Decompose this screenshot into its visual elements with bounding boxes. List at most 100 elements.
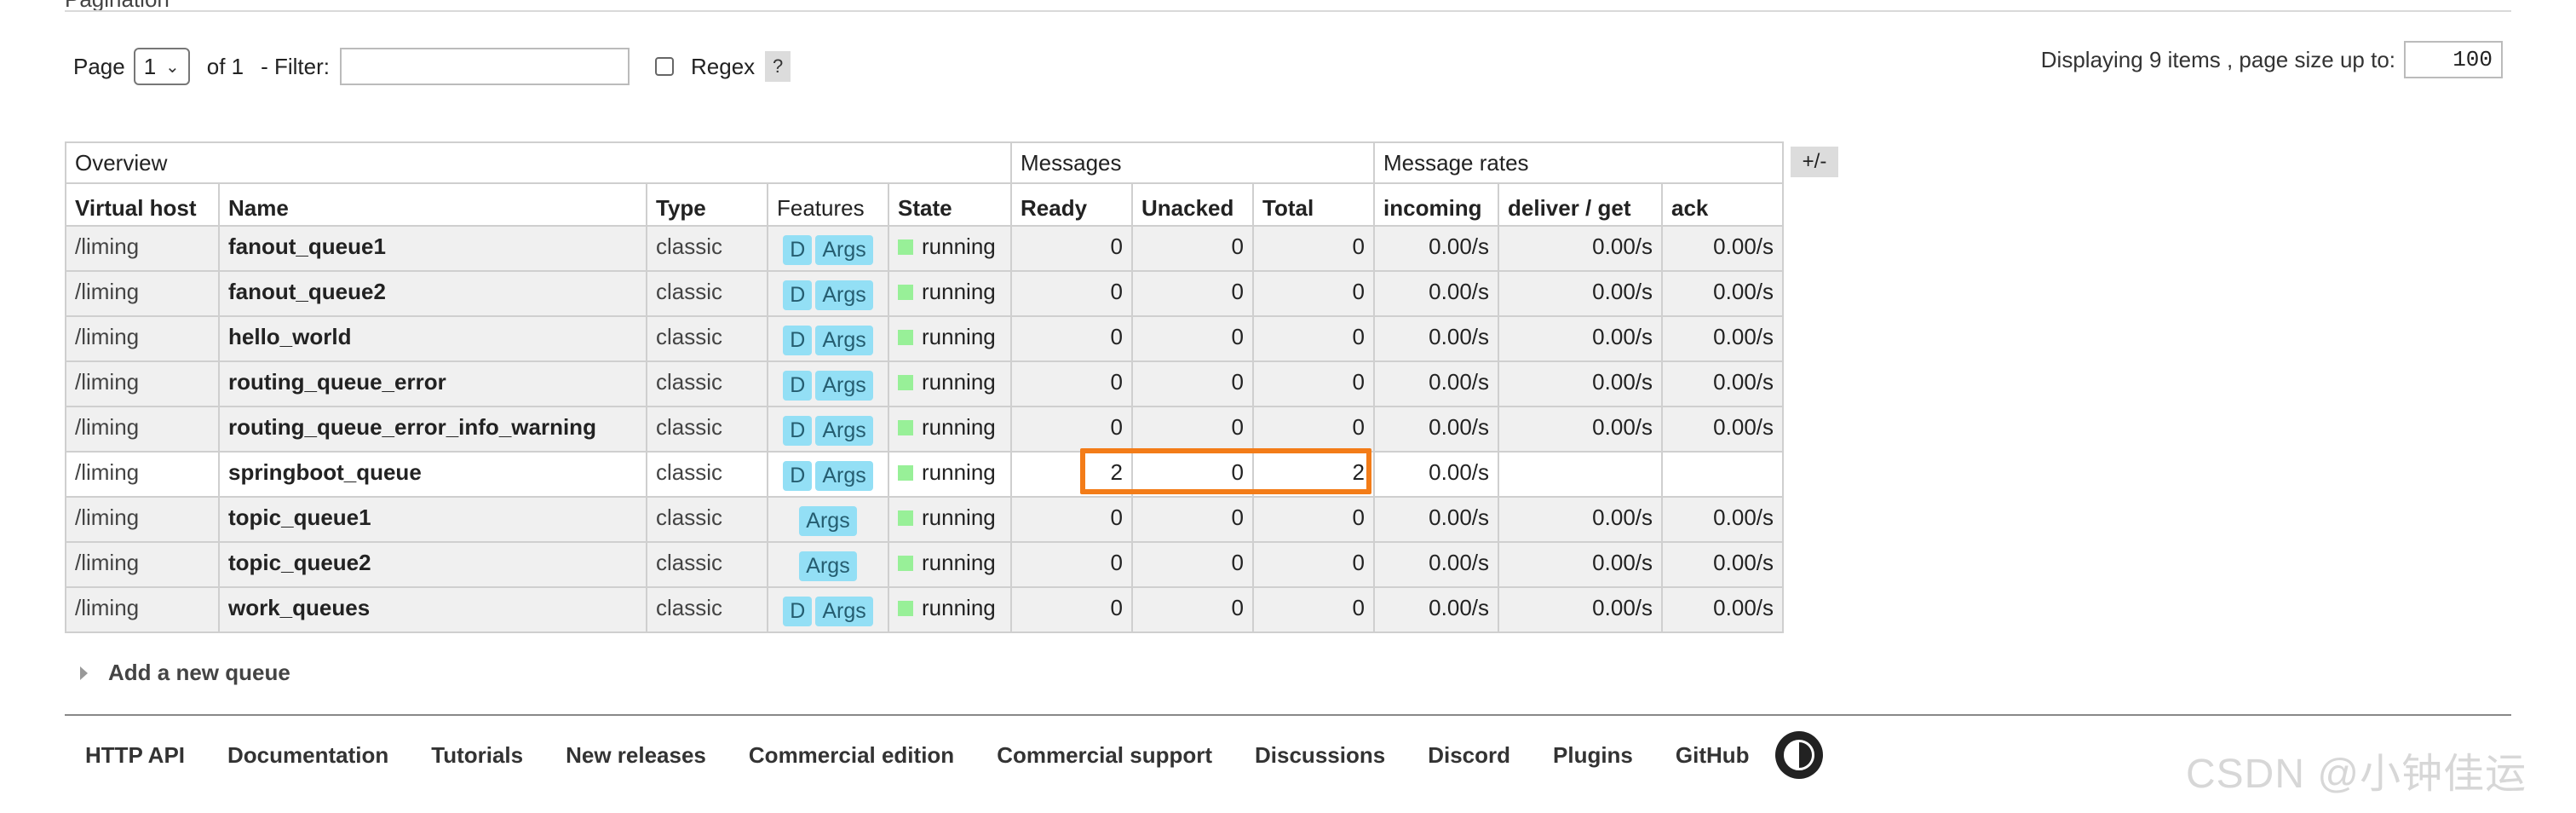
cell-state: running <box>888 270 1012 317</box>
table-row[interactable]: /liming routing_queue_error classic D Args ru… <box>65 360 1784 407</box>
cell-ack: 0.00/s <box>1661 541 1784 588</box>
table-row[interactable]: /liming work_queues classic D Args running 0 0 0… <box>65 586 1784 633</box>
watermark: CSDN @小钟佳运 <box>2186 752 2527 797</box>
col-unacked[interactable]: Unacked <box>1131 182 1254 227</box>
running-status-icon <box>898 285 913 300</box>
cell-type: classic <box>646 451 768 498</box>
col-ready[interactable]: Ready <box>1010 182 1133 227</box>
cell-deliver-get: 0.00/s <box>1498 360 1663 407</box>
state-label: running <box>922 234 996 259</box>
durable-badge: D <box>783 280 813 310</box>
running-status-icon <box>898 465 913 481</box>
cell-ack: 0.00/s <box>1661 406 1784 453</box>
footer-link-plugins[interactable]: Plugins <box>1553 742 1633 769</box>
col-deliver-get[interactable]: deliver / get <box>1498 182 1663 227</box>
running-status-icon <box>898 375 913 390</box>
cell-total: 0 <box>1252 541 1375 588</box>
cell-ready: 0 <box>1010 315 1133 362</box>
add-queue-label: Add a new queue <box>108 660 290 685</box>
cell-features: D Args <box>767 406 889 453</box>
cell-state: running <box>888 406 1012 453</box>
table-row[interactable]: /liming hello_world classic D Args running 0 0 0… <box>65 315 1784 362</box>
cell-features: D Args <box>767 315 889 362</box>
footer-link-discussions[interactable]: Discussions <box>1255 742 1385 769</box>
display-info: Displaying 9 items , page size up to: 10… <box>2041 41 2503 78</box>
args-badge: Args <box>799 506 857 536</box>
durable-badge: D <box>783 416 813 446</box>
queues-table: Overview Messages Message rates Virtual … <box>65 141 1784 633</box>
footer-link-discord[interactable]: Discord <box>1428 742 1510 769</box>
cell-state: running <box>888 541 1012 588</box>
cell-total: 0 <box>1252 496 1375 543</box>
table-row[interactable]: /liming topic_queue2 classic Args running 0 0 0… <box>65 541 1784 588</box>
cell-deliver-get <box>1498 451 1663 498</box>
triangle-right-icon <box>80 666 88 680</box>
table-row[interactable]: /liming springboot_queue classic D Args runni… <box>65 451 1784 498</box>
page-select[interactable]: 1 ⌄ <box>133 48 190 85</box>
cell-ack: 0.00/s <box>1661 270 1784 317</box>
cell-queue-name[interactable]: topic_queue2 <box>218 541 647 588</box>
col-state[interactable]: State <box>888 182 1012 227</box>
cell-total: 0 <box>1252 225 1375 272</box>
state-label: running <box>922 595 996 620</box>
filter-input[interactable] <box>340 48 630 85</box>
cell-total: 0 <box>1252 360 1375 407</box>
cell-deliver-get: 0.00/s <box>1498 406 1663 453</box>
cell-ack: 0.00/s <box>1661 315 1784 362</box>
cell-queue-name[interactable]: routing_queue_error_info_warning <box>218 406 647 453</box>
cell-queue-name[interactable]: fanout_queue1 <box>218 225 647 272</box>
col-virtual-host[interactable]: Virtual host <box>65 182 220 227</box>
table-row[interactable]: /liming topic_queue1 classic Args running 0 0 0… <box>65 496 1784 543</box>
cell-queue-name[interactable]: work_queues <box>218 586 647 633</box>
cell-queue-name[interactable]: hello_world <box>218 315 647 362</box>
page-count: of 1 <box>206 53 244 79</box>
footer-link-http-api[interactable]: HTTP API <box>85 742 185 769</box>
args-badge: Args <box>815 461 873 491</box>
cell-features: D Args <box>767 586 889 633</box>
cell-queue-name[interactable]: topic_queue1 <box>218 496 647 543</box>
running-status-icon <box>898 556 913 571</box>
chevron-down-icon: ⌄ <box>164 57 180 77</box>
col-name[interactable]: Name <box>218 182 647 227</box>
theme-toggle-icon[interactable] <box>1774 731 1823 779</box>
cell-ack <box>1661 451 1784 498</box>
column-toggle-button[interactable]: +/- <box>1791 147 1838 177</box>
cell-queue-name[interactable]: springboot_queue <box>218 451 647 498</box>
durable-badge: D <box>783 597 813 626</box>
footer-link-tutorials[interactable]: Tutorials <box>431 742 523 769</box>
group-messages: Messages <box>1010 141 1375 184</box>
cell-total: 0 <box>1252 315 1375 362</box>
footer-link-documentation[interactable]: Documentation <box>227 742 388 769</box>
durable-badge: D <box>783 371 813 401</box>
col-incoming[interactable]: incoming <box>1373 182 1499 227</box>
table-row[interactable]: /liming routing_queue_error_info_warning c… <box>65 406 1784 453</box>
footer-link-commercial-edition[interactable]: Commercial edition <box>749 742 954 769</box>
page-select-value: 1 <box>143 53 157 79</box>
cell-ready: 0 <box>1010 406 1133 453</box>
col-type[interactable]: Type <box>646 182 768 227</box>
regex-checkbox[interactable] <box>655 57 674 76</box>
cell-ack: 0.00/s <box>1661 225 1784 272</box>
cell-features: D Args <box>767 451 889 498</box>
regex-help-button[interactable]: ? <box>765 51 791 82</box>
cell-ready: 0 <box>1010 496 1133 543</box>
cell-queue-name[interactable]: routing_queue_error <box>218 360 647 407</box>
cell-unacked: 0 <box>1131 360 1254 407</box>
add-queue-toggle[interactable]: Add a new queue <box>80 660 290 686</box>
footer-link-github[interactable]: GitHub <box>1676 742 1750 769</box>
footer-link-new-releases[interactable]: New releases <box>566 742 706 769</box>
cell-ready: 0 <box>1010 541 1133 588</box>
table-row[interactable]: /liming fanout_queue1 classic D Args running 0… <box>65 225 1784 272</box>
state-label: running <box>922 369 996 395</box>
footer-link-commercial-support[interactable]: Commercial support <box>997 742 1212 769</box>
cell-unacked: 0 <box>1131 315 1254 362</box>
col-ack[interactable]: ack <box>1661 182 1784 227</box>
cell-queue-name[interactable]: fanout_queue2 <box>218 270 647 317</box>
top-rule <box>65 10 2511 12</box>
table-row[interactable]: /liming fanout_queue2 classic D Args running 0… <box>65 270 1784 317</box>
col-total[interactable]: Total <box>1252 182 1375 227</box>
cell-total: 0 <box>1252 586 1375 633</box>
cell-features: Args <box>767 541 889 588</box>
cell-features: D Args <box>767 270 889 317</box>
page-size-input[interactable]: 100 <box>2404 41 2503 78</box>
